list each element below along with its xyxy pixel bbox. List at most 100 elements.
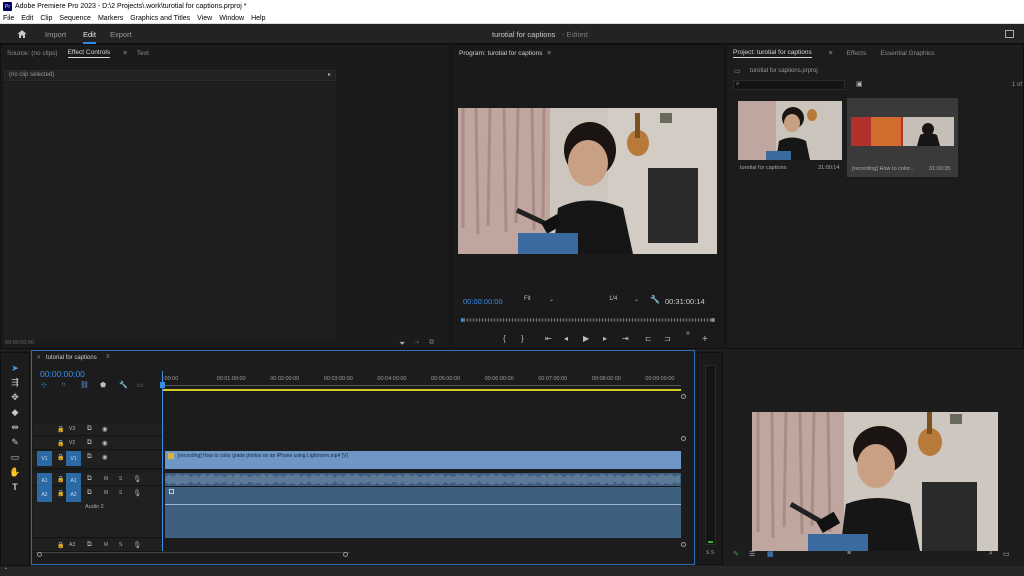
new-bin-icon[interactable]: ▣ — [856, 80, 863, 88]
lock-icon[interactable]: 🔒 — [57, 454, 64, 461]
pencil-icon[interactable]: ✎ — [733, 550, 739, 558]
sync-lock-icon[interactable]: ⧉ — [87, 541, 92, 549]
menu-markers[interactable]: Markers — [98, 15, 123, 22]
menu-clip[interactable]: Clip — [40, 15, 52, 22]
sequence-tab[interactable]: tutorial for captions — [46, 355, 97, 361]
step-back-icon[interactable]: ◂ — [564, 334, 568, 343]
menu-file[interactable]: File — [3, 15, 14, 22]
audio-clip-a2[interactable] — [165, 487, 681, 538]
menu-graphics-titles[interactable]: Graphics and Titles — [130, 15, 190, 22]
tab-export[interactable]: Export — [110, 30, 132, 39]
list-view-icon[interactable]: ☰ — [749, 550, 755, 558]
pen-tool-icon[interactable]: ✎ — [9, 436, 21, 448]
quick-export-icon[interactable] — [1005, 30, 1014, 38]
lock-icon[interactable]: 🔒 — [57, 426, 64, 433]
track-name[interactable]: A3 — [69, 542, 75, 548]
sync-lock-icon[interactable]: ⧉ — [87, 425, 92, 433]
fit-dropdown[interactable]: Fit ⌄ — [524, 296, 556, 306]
microphone-icon[interactable]: 🎙 — [133, 489, 141, 497]
solo-button[interactable]: S — [119, 490, 122, 496]
track-name[interactable]: V3 — [69, 426, 75, 432]
track-name[interactable]: V2 — [69, 440, 75, 446]
timeline-horizontal-scrollbar[interactable] — [36, 552, 350, 557]
tab-source[interactable]: Source: (no clips) — [7, 50, 58, 57]
rectangle-tool-icon[interactable]: ▭ — [9, 451, 21, 463]
hscroll-right[interactable] — [343, 552, 348, 557]
source-patch[interactable]: A2 — [37, 487, 52, 502]
mute-button[interactable]: M — [104, 476, 108, 482]
hscroll-left[interactable] — [37, 552, 42, 557]
resolution-dropdown[interactable]: 1/4 ⌄ — [609, 296, 641, 306]
lock-icon[interactable]: 🔒 — [57, 490, 64, 497]
settings-icon[interactable]: ⧉ — [429, 339, 434, 347]
tab-edit[interactable]: Edit — [83, 30, 96, 44]
tab-import[interactable]: Import — [45, 30, 66, 39]
track-select-tool-icon[interactable]: ⇶ — [9, 376, 21, 388]
hand-tool-icon[interactable]: ✋ — [9, 466, 21, 478]
lock-icon[interactable]: 🔒 — [57, 440, 64, 447]
source-patch[interactable]: V1 — [37, 451, 52, 466]
source-patch[interactable]: A1 — [37, 473, 52, 488]
sync-lock-icon[interactable]: ⧉ — [87, 489, 92, 497]
microphone-icon[interactable]: 🎙 — [133, 541, 141, 549]
solo-button[interactable]: S — [119, 542, 122, 548]
tab-effect-controls[interactable]: Effect Controls — [67, 49, 111, 58]
more-controls-icon[interactable]: » — [686, 330, 690, 337]
panel-menu-icon[interactable]: ≡ — [123, 50, 127, 57]
sync-lock-icon[interactable]: ⧉ — [87, 439, 92, 447]
extract-icon[interactable]: ⊐ — [664, 334, 671, 343]
mute-button[interactable]: M — [104, 490, 108, 496]
menu-edit[interactable]: Edit — [21, 15, 33, 22]
menu-help[interactable]: Help — [251, 15, 265, 22]
scroll-handle-mid[interactable] — [681, 436, 686, 441]
selection-tool-icon[interactable]: ➤ — [9, 362, 21, 374]
scroll-handle-bottom[interactable] — [681, 542, 686, 547]
menu-sequence[interactable]: Sequence — [59, 15, 91, 22]
target-track-toggle[interactable]: A2 — [66, 487, 81, 502]
video-clip-v1[interactable]: [recording] How to color grade photos on… — [165, 451, 681, 469]
play-icon[interactable]: ▶ — [583, 334, 589, 343]
project-item-thumbnail-1[interactable] — [738, 101, 842, 160]
icon-view-icon[interactable]: ▦ — [767, 550, 774, 558]
expand-arrow-icon[interactable]: ▸ — [328, 71, 331, 78]
go-to-in-icon[interactable]: ⇤ — [545, 334, 552, 343]
playhead-line[interactable] — [162, 371, 163, 551]
menu-view[interactable]: View — [197, 15, 212, 22]
tab-text[interactable]: Text — [137, 50, 149, 57]
program-scrubber[interactable] — [460, 316, 715, 325]
program-timecode[interactable]: 00:00:00:00 — [463, 297, 503, 306]
sync-lock-icon[interactable]: ⧉ — [87, 475, 92, 483]
add-marker-icon[interactable]: ⬟ — [100, 381, 106, 389]
lock-icon[interactable]: 🔒 — [57, 542, 64, 549]
playhead-handle[interactable] — [160, 382, 165, 388]
project-item-2-selected[interactable]: [recording] How to color... 31:00:35 — [847, 98, 958, 177]
wrench-icon[interactable]: 🔧 — [650, 295, 660, 304]
timeline-vertical-scrollbar[interactable] — [681, 394, 687, 548]
menu-window[interactable]: Window — [219, 15, 244, 22]
work-area-bar[interactable] — [163, 389, 681, 391]
timeline-settings-icon[interactable]: 🔧 — [119, 381, 128, 389]
timeline-timecode[interactable]: 00:00:00:00 — [40, 369, 85, 379]
project-menu-icon[interactable]: ≡ — [829, 50, 833, 57]
sync-lock-icon[interactable]: ⧉ — [87, 453, 92, 461]
lift-icon[interactable]: ⊏ — [645, 334, 652, 343]
eye-icon[interactable]: ◉ — [102, 453, 108, 461]
type-tool-icon[interactable]: T — [9, 481, 21, 493]
tab-effects[interactable]: Effects — [847, 50, 867, 57]
tab-project[interactable]: Project: turotial for captions — [733, 49, 812, 58]
mute-button[interactable]: M — [104, 542, 108, 548]
audio-clip-a1[interactable] — [164, 473, 681, 486]
mark-out-icon[interactable]: } — [521, 334, 524, 343]
find-icon[interactable]: ⌕ — [989, 550, 993, 558]
lock-icon[interactable]: 🔒 — [57, 476, 64, 483]
target-track-toggle[interactable]: V1 — [66, 451, 81, 466]
tab-essential-graphics[interactable]: Essential Graphics — [880, 50, 934, 57]
razor-tool-icon[interactable]: ◆ — [9, 406, 21, 418]
go-to-out-icon[interactable]: ⇥ — [622, 334, 629, 343]
close-icon[interactable]: × — [37, 355, 41, 361]
program-panel-menu-icon[interactable]: ≡ — [547, 50, 551, 57]
filter-icon[interactable]: ⏷ — [399, 339, 405, 349]
eye-icon[interactable]: ◉ — [102, 425, 108, 433]
snap-icon[interactable]: ∩ — [61, 381, 66, 388]
solo-button[interactable]: S — [119, 476, 122, 482]
